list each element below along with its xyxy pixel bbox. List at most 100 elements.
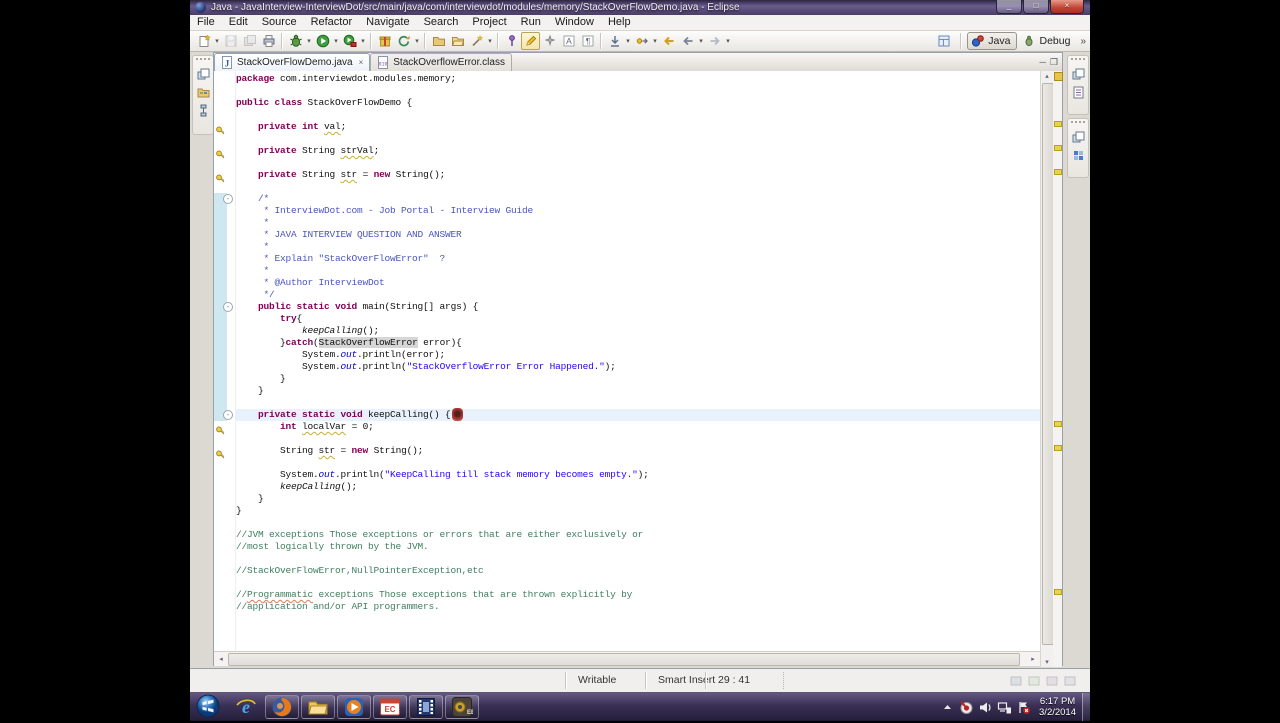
debug-button[interactable] (286, 32, 305, 50)
code-line[interactable]: //Programmatic exceptions Those exceptio… (236, 589, 632, 601)
menu-help[interactable]: Help (601, 15, 638, 30)
quick-fix-wand-dropdown[interactable]: ▾ (486, 37, 494, 45)
new-wizard-button[interactable] (194, 32, 213, 50)
code-line[interactable]: /* (236, 193, 269, 205)
new-java-project-button[interactable] (375, 32, 394, 50)
run-button[interactable] (313, 32, 332, 50)
code-line[interactable]: int localVar = 0; (236, 421, 374, 433)
code-line[interactable]: keepCalling(); (236, 481, 357, 493)
show-source-button[interactable]: A (559, 32, 578, 50)
menu-edit[interactable]: Edit (222, 15, 255, 30)
tray-screen-recorder[interactable] (959, 700, 974, 715)
code-line[interactable]: * InterviewDot.com - Job Portal - Interv… (236, 205, 534, 217)
status-icon[interactable] (1028, 675, 1040, 687)
maximize-button[interactable]: □ (1023, 0, 1049, 14)
scroll-thumb[interactable] (228, 653, 1020, 666)
show-whitespace-button[interactable]: ¶ (578, 32, 597, 50)
code-line[interactable]: } (236, 493, 264, 505)
package-explorer-icon[interactable] (195, 84, 211, 100)
start-button[interactable] (196, 694, 222, 720)
taskbar-movie-maker[interactable] (409, 695, 443, 719)
taskbar-media-player[interactable] (337, 695, 371, 719)
perspective-java-button[interactable]: Java (967, 32, 1018, 50)
overview-warning-mark[interactable] (1054, 169, 1062, 175)
back-to-last-edit-button[interactable] (659, 32, 678, 50)
back-history-button[interactable] (678, 32, 697, 50)
code-line[interactable]: * Explain "StackOverFlowError" ? (236, 253, 446, 265)
menu-navigate[interactable]: Navigate (359, 15, 416, 30)
menu-window[interactable]: Window (548, 15, 601, 30)
next-annotation-button[interactable] (632, 32, 651, 50)
warning-marker-icon[interactable] (216, 122, 225, 135)
code-line[interactable]: package com.interviewdot.modules.memory; (236, 73, 456, 85)
code-line[interactable]: //JVM exceptions Those exceptions or err… (236, 529, 643, 541)
next-annotation-dropdown[interactable]: ▾ (651, 37, 659, 45)
code-line[interactable]: String str = new String(); (236, 445, 423, 457)
toggle-pin-button[interactable] (502, 32, 521, 50)
overview-warning-mark[interactable] (1054, 421, 1062, 427)
print-button[interactable] (259, 32, 278, 50)
code-line[interactable]: } (236, 373, 286, 385)
menu-source[interactable]: Source (255, 15, 304, 30)
mark-occurrences-button[interactable] (521, 32, 540, 50)
menu-file[interactable]: File (190, 15, 222, 30)
run-dropdown[interactable]: ▾ (332, 37, 340, 45)
perspective-overflow-button[interactable]: » (1080, 36, 1086, 47)
run-external-tools-button[interactable] (340, 32, 359, 50)
overview-warning-indicator[interactable] (1054, 72, 1063, 81)
task-list-view-icon[interactable] (1070, 147, 1086, 163)
last-edit-location-dropdown[interactable]: ▾ (624, 37, 632, 45)
overview-warning-mark[interactable] (1054, 445, 1062, 451)
code-line[interactable]: * @Author InterviewDot (236, 277, 385, 289)
warning-marker-icon[interactable] (216, 146, 225, 159)
taskbar-clock[interactable]: 6:17 PM 3/2/2014 (1039, 696, 1076, 718)
warning-marker-icon[interactable] (216, 422, 225, 435)
open-resource-button[interactable] (448, 32, 467, 50)
code-line[interactable]: * (236, 217, 270, 229)
warning-marker-icon[interactable] (216, 446, 225, 459)
overview-warning-mark[interactable] (1054, 121, 1062, 127)
code-line[interactable]: private int val; (236, 121, 346, 133)
close-button[interactable]: × (1050, 0, 1084, 14)
code-editor[interactable]: package com.interviewdot.modules.memory;… (214, 71, 1040, 651)
restore-views-icon[interactable] (1070, 129, 1086, 145)
menu-search[interactable]: Search (417, 15, 466, 30)
open-perspective-button[interactable] (934, 33, 957, 49)
tray-action-center[interactable] (1016, 700, 1031, 715)
refresh-button[interactable] (394, 32, 413, 50)
menu-run[interactable]: Run (514, 15, 548, 30)
drag-handle[interactable] (196, 58, 210, 64)
back-history-dropdown[interactable]: ▾ (697, 37, 705, 45)
code-line[interactable]: keepCalling(); (236, 325, 379, 337)
last-edit-location-button[interactable] (605, 32, 624, 50)
taskbar-presentation-app[interactable]: EC (373, 695, 407, 719)
open-folder-button[interactable] (429, 32, 448, 50)
collapse-toggle-icon[interactable]: - (223, 410, 233, 420)
minimize-editor-icon[interactable]: ─ (1040, 57, 1046, 67)
code-line[interactable]: //StackOverFlowError,NullPointerExceptio… (236, 565, 484, 577)
warning-marker-icon[interactable] (216, 170, 225, 183)
menu-refactor[interactable]: Refactor (304, 15, 360, 30)
collapse-toggle-icon[interactable]: - (223, 194, 233, 204)
drag-handle[interactable] (1071, 58, 1085, 64)
code-line[interactable]: //application and/or API programmers. (236, 601, 440, 613)
forward-history-dropdown[interactable]: ▾ (724, 37, 732, 45)
editor-tab[interactable]: 010 StackOverflowError.class (370, 53, 512, 71)
code-line[interactable]: } (236, 505, 242, 517)
menu-project[interactable]: Project (465, 15, 513, 30)
overview-warning-mark[interactable] (1054, 589, 1062, 595)
restore-views-icon[interactable] (1070, 66, 1086, 82)
code-line[interactable]: private String str = new String(); (236, 169, 445, 181)
refresh-dropdown[interactable]: ▾ (413, 37, 421, 45)
tab-close-icon[interactable]: × (359, 58, 364, 67)
perspective-debug-button[interactable]: Debug (1019, 33, 1076, 49)
type-hierarchy-icon[interactable] (195, 102, 211, 118)
code-line[interactable]: public static void main(String[] args) { (236, 301, 478, 313)
code-line[interactable]: * JAVA INTERVIEW QUESTION AND ANSWER (236, 229, 462, 241)
code-line[interactable]: System.out.println("StackOverflowError E… (236, 361, 616, 373)
taskbar-internet-explorer[interactable]: e (229, 695, 263, 719)
collapse-toggle-icon[interactable]: - (223, 302, 233, 312)
drag-handle[interactable] (1071, 121, 1085, 127)
code-line[interactable]: System.out.println(error); (236, 349, 445, 361)
taskbar-firefox[interactable] (265, 695, 299, 719)
